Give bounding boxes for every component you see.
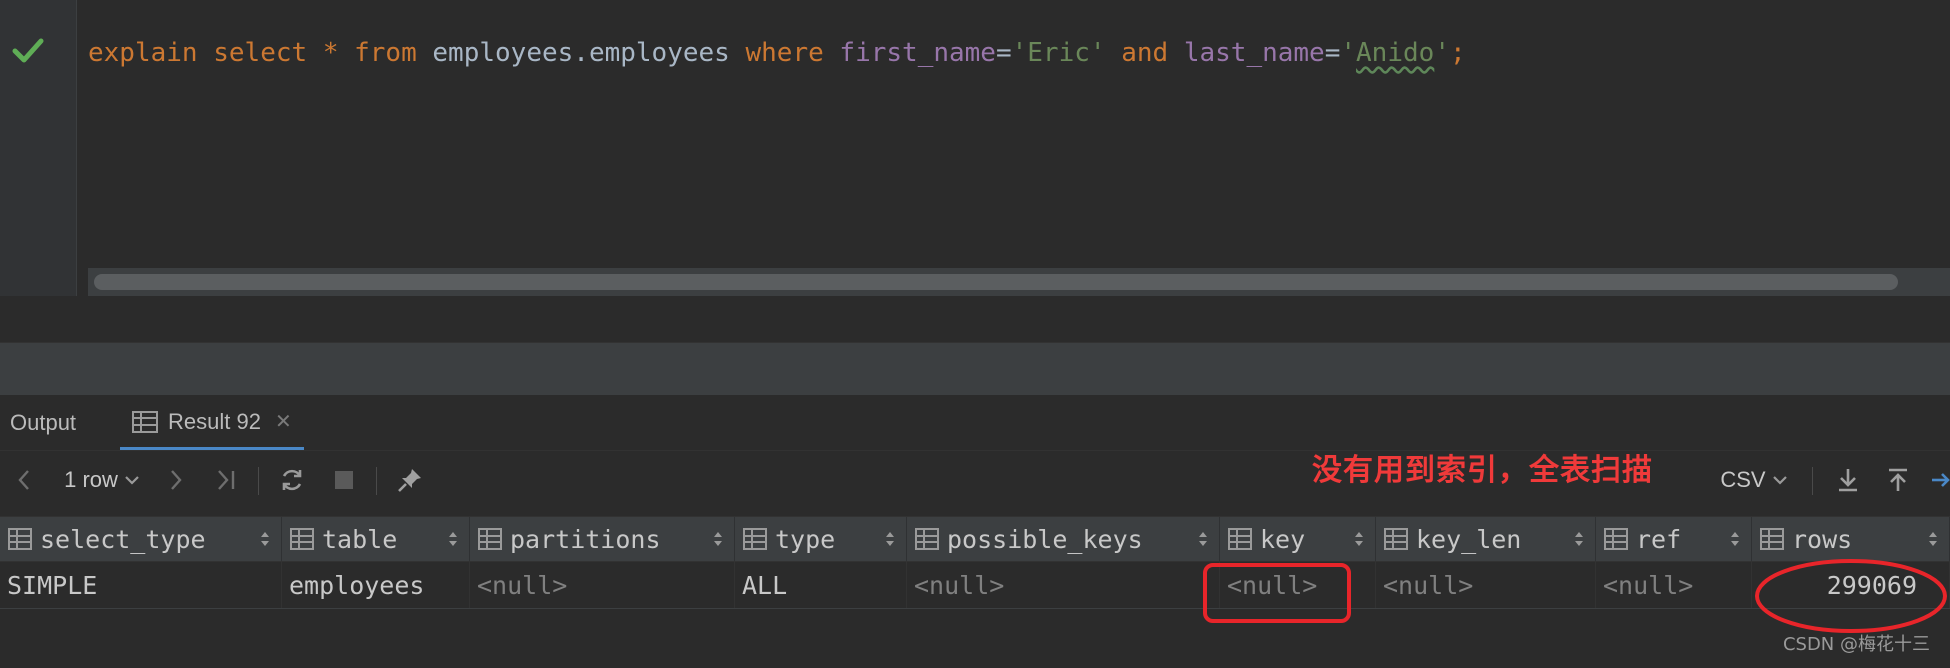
column-header-partitions[interactable]: partitions bbox=[470, 517, 735, 561]
sql-string: ' bbox=[1340, 38, 1357, 68]
chevron-left-icon[interactable] bbox=[6, 451, 42, 509]
sql-token: and bbox=[1121, 38, 1169, 68]
red-highlight-ellipse bbox=[1755, 559, 1947, 633]
red-annotation-text: 没有用到索引，全表扫描 bbox=[1312, 453, 1653, 488]
column-icon bbox=[290, 528, 314, 550]
column-icon bbox=[8, 528, 32, 550]
table-cell-select-type[interactable]: SIMPLE bbox=[0, 562, 282, 608]
chevron-right-icon[interactable] bbox=[158, 451, 194, 509]
sql-token: explain bbox=[88, 38, 198, 68]
upload-icon[interactable] bbox=[1880, 451, 1916, 509]
tab-result-label: Result 92 bbox=[168, 408, 261, 434]
column-header-possible-keys[interactable]: possible_keys bbox=[907, 517, 1220, 561]
sort-icon[interactable] bbox=[447, 530, 459, 548]
sql-token: from bbox=[354, 38, 417, 68]
sql-token: select bbox=[213, 38, 308, 68]
table-cell-type[interactable]: ALL bbox=[735, 562, 907, 608]
sort-icon[interactable] bbox=[1573, 530, 1585, 548]
toolbar-separator bbox=[376, 467, 377, 495]
sql-column-name: first_name bbox=[839, 38, 996, 68]
sql-editor[interactable]: explain select * from employees.employee… bbox=[0, 0, 1950, 296]
column-icon bbox=[915, 528, 939, 550]
column-icon bbox=[1228, 528, 1252, 550]
sort-icon[interactable] bbox=[259, 530, 271, 548]
column-header-select-type[interactable]: select_type bbox=[0, 517, 282, 561]
sql-token: = bbox=[1324, 38, 1341, 68]
stop-icon[interactable] bbox=[326, 451, 362, 509]
toolbar-separator bbox=[258, 467, 259, 495]
column-icon bbox=[1384, 528, 1408, 550]
sql-string-spellcheck: Anido bbox=[1356, 38, 1435, 68]
column-icon bbox=[743, 528, 767, 550]
result-grid-header: select_type table partitions type possible_k… bbox=[0, 516, 1950, 562]
check-icon bbox=[12, 38, 44, 63]
results-panel: Output Result 92 ✕ 1 row 没有用到索引，全表扫描 CSV… bbox=[0, 396, 1950, 668]
column-header-type[interactable]: type bbox=[735, 517, 907, 561]
column-header-label: rows bbox=[1792, 524, 1853, 554]
toolbar-separator bbox=[1812, 467, 1813, 495]
sql-column-name: last_name bbox=[1183, 38, 1325, 68]
column-header-rows[interactable]: rows bbox=[1752, 517, 1950, 561]
sort-icon[interactable] bbox=[1353, 530, 1365, 548]
download-icon[interactable] bbox=[1830, 451, 1866, 509]
column-header-label: type bbox=[775, 524, 836, 554]
sql-string: 'Eric' bbox=[1011, 38, 1106, 68]
sql-table-name: employees.employees bbox=[432, 38, 730, 68]
sql-token: * bbox=[322, 38, 339, 68]
editor-scrollbar-thumb[interactable] bbox=[94, 274, 1898, 290]
column-header-label: partitions bbox=[510, 524, 661, 554]
close-icon[interactable]: ✕ bbox=[275, 409, 292, 434]
red-highlight-box bbox=[1203, 563, 1351, 623]
column-icon bbox=[1604, 528, 1628, 550]
sort-icon[interactable] bbox=[712, 530, 724, 548]
column-header-label: key bbox=[1260, 524, 1306, 554]
table-icon bbox=[132, 410, 158, 433]
results-tab-bar: Output Result 92 ✕ bbox=[0, 396, 1950, 451]
column-header-label: key_len bbox=[1416, 524, 1522, 554]
refresh-icon[interactable] bbox=[274, 451, 310, 509]
chevron-down-icon bbox=[1772, 476, 1787, 485]
export-format-label: CSV bbox=[1720, 467, 1766, 492]
arrow-right-icon[interactable] bbox=[1930, 451, 1950, 509]
column-header-ref[interactable]: ref bbox=[1596, 517, 1752, 561]
sql-statement[interactable]: explain select * from employees.employee… bbox=[88, 36, 1466, 70]
column-header-table[interactable]: table bbox=[282, 517, 470, 561]
column-header-label: table bbox=[322, 524, 398, 554]
column-header-label: select_type bbox=[40, 524, 206, 554]
pin-icon[interactable] bbox=[392, 451, 428, 509]
chevron-down-icon bbox=[125, 476, 139, 485]
column-icon bbox=[478, 528, 502, 550]
column-header-key-len[interactable]: key_len bbox=[1376, 517, 1596, 561]
export-format-selector[interactable]: CSV bbox=[1714, 451, 1794, 509]
column-header-label: possible_keys bbox=[947, 524, 1143, 554]
sql-token: = bbox=[995, 38, 1012, 68]
table-cell-ref[interactable]: <null> bbox=[1596, 562, 1752, 608]
sort-icon[interactable] bbox=[1197, 530, 1209, 548]
table-row[interactable]: SIMPLE employees <null> ALL <null> <null> <nul… bbox=[0, 562, 1950, 609]
row-count-selector[interactable]: 1 row bbox=[54, 451, 150, 509]
tab-output-label: Output bbox=[10, 410, 77, 435]
column-header-label: ref bbox=[1636, 524, 1682, 554]
column-icon bbox=[1760, 528, 1784, 550]
table-cell-possible-keys[interactable]: <null> bbox=[907, 562, 1220, 608]
table-cell-table[interactable]: employees bbox=[282, 562, 470, 608]
sort-icon[interactable] bbox=[1927, 530, 1939, 548]
last-page-icon[interactable] bbox=[206, 451, 246, 509]
table-cell-partitions[interactable]: <null> bbox=[470, 562, 735, 608]
panel-divider[interactable] bbox=[0, 342, 1950, 395]
results-toolbar: 1 row 没有用到索引，全表扫描 CSV bbox=[0, 451, 1950, 509]
tab-result[interactable]: Result 92 ✕ bbox=[120, 396, 304, 450]
sort-icon[interactable] bbox=[884, 530, 896, 548]
sql-string: ' bbox=[1434, 38, 1450, 68]
sort-icon[interactable] bbox=[1729, 530, 1741, 548]
sql-token: where bbox=[745, 38, 824, 68]
editor-gutter bbox=[0, 0, 77, 296]
column-header-key[interactable]: key bbox=[1220, 517, 1376, 561]
table-cell-key-len[interactable]: <null> bbox=[1376, 562, 1596, 608]
sql-token: ; bbox=[1449, 38, 1466, 68]
tab-output[interactable]: Output bbox=[0, 396, 76, 450]
row-count-label: 1 row bbox=[64, 467, 118, 492]
